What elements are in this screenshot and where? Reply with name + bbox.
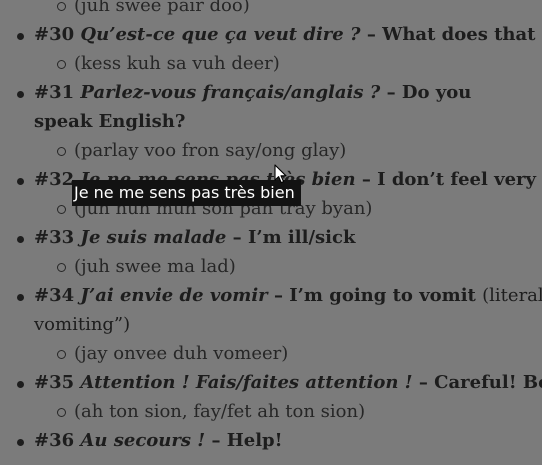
phrase-number: #34 bbox=[34, 285, 75, 306]
list-item: #34 J’ai envie de vomir – I’m going to v… bbox=[0, 281, 542, 368]
english-translation: I’m ill/sick bbox=[247, 227, 356, 248]
pronunciation-item: (ah ton sion, fay/fet ah ton sion) bbox=[34, 397, 542, 426]
phrase-heading: #34 J’ai envie de vomir – I’m going to v… bbox=[34, 281, 542, 339]
phrase-number: #35 bbox=[34, 372, 75, 393]
english-translation: Help! bbox=[226, 430, 283, 451]
circle-bullet-icon bbox=[57, 147, 66, 156]
list-item: #31 Parlez-vous français/anglais ? – Do … bbox=[0, 78, 542, 165]
circle-bullet-icon bbox=[57, 2, 66, 11]
list-item: #36 Au secours ! – Help! bbox=[0, 426, 542, 455]
pronunciation-item: (kess kuh sa vuh deer) bbox=[34, 49, 542, 78]
pronunciation-text: (kess kuh sa vuh deer) bbox=[74, 53, 280, 74]
english-translation: Careful! Be C bbox=[434, 372, 542, 393]
dash: – bbox=[273, 285, 283, 306]
list-item: (juh swee pair doo) bbox=[0, 0, 542, 20]
hover-tooltip: Je ne me sens pas très bien bbox=[72, 180, 301, 206]
french-phrase: Qu’est-ce que ça veut dire ? bbox=[80, 24, 361, 45]
dash: – bbox=[366, 24, 376, 45]
page: (juh swee pair doo) #30 Qu’est-ce que ça… bbox=[0, 0, 542, 465]
phrase-number: #30 bbox=[34, 24, 75, 45]
bullet-icon bbox=[17, 91, 24, 98]
circle-bullet-icon bbox=[57, 263, 66, 272]
bullet-icon bbox=[17, 33, 24, 40]
phrase-number: #31 bbox=[34, 82, 75, 103]
bullet-icon bbox=[17, 178, 24, 185]
pronunciation-text: (ah ton sion, fay/fet ah ton sion) bbox=[74, 401, 366, 422]
pronunciation-text: (juh swee pair doo) bbox=[74, 0, 250, 16]
circle-bullet-icon bbox=[57, 350, 66, 359]
circle-bullet-icon bbox=[57, 408, 66, 417]
french-phrase: Attention ! Fais/faites attention ! bbox=[80, 372, 413, 393]
pronunciation-text: (juh swee ma lad) bbox=[74, 256, 236, 277]
bullet-icon bbox=[17, 236, 24, 243]
phrase-list: (juh swee pair doo) #30 Qu’est-ce que ça… bbox=[0, 0, 542, 455]
dash: – bbox=[361, 169, 371, 190]
list-item: #30 Qu’est-ce que ça veut dire ? – What … bbox=[0, 20, 542, 78]
english-translation: I’m going to vomit bbox=[289, 285, 476, 306]
circle-bullet-icon bbox=[57, 60, 66, 69]
bullet-icon bbox=[17, 381, 24, 388]
phrase-number: #33 bbox=[34, 227, 75, 248]
dash: – bbox=[418, 372, 428, 393]
list-item: #33 Je suis malade – I’m ill/sick (juh s… bbox=[0, 223, 542, 281]
bullet-icon bbox=[17, 439, 24, 446]
dash: – bbox=[386, 82, 396, 103]
phrase-heading: #33 Je suis malade – I’m ill/sick bbox=[34, 223, 542, 252]
english-translation: What does that m bbox=[382, 24, 542, 45]
pronunciation-text: (parlay voo fron say/ong glay) bbox=[74, 140, 347, 161]
dash: – bbox=[232, 227, 242, 248]
english-translation: I don’t feel very w bbox=[377, 169, 542, 190]
pronunciation-item: (jay onvee duh vomeer) bbox=[34, 339, 542, 368]
phrase-heading: #36 Au secours ! – Help! bbox=[34, 426, 542, 455]
french-phrase: Au secours ! bbox=[80, 430, 206, 451]
phrase-heading: #30 Qu’est-ce que ça veut dire ? – What … bbox=[34, 20, 542, 49]
bullet-icon bbox=[17, 294, 24, 301]
phrase-heading: #31 Parlez-vous français/anglais ? – Do … bbox=[34, 78, 534, 136]
list-item: #35 Attention ! Fais/faites attention ! … bbox=[0, 368, 542, 426]
phrase-number: #32 bbox=[34, 169, 75, 190]
phrase-number: #36 bbox=[34, 430, 75, 451]
pronunciation-text: (jay onvee duh vomeer) bbox=[74, 343, 289, 364]
pronunciation-item: (juh swee pair doo) bbox=[34, 0, 542, 20]
circle-bullet-icon bbox=[57, 205, 66, 214]
phrase-heading: #35 Attention ! Fais/faites attention ! … bbox=[34, 368, 542, 397]
mouse-pointer-icon bbox=[274, 164, 287, 184]
french-phrase: Je suis malade bbox=[80, 227, 227, 248]
pronunciation-item: (parlay voo fron say/ong glay) bbox=[34, 136, 542, 165]
french-phrase: J’ai envie de vomir bbox=[80, 285, 268, 306]
french-phrase: Parlez-vous français/anglais ? bbox=[80, 82, 381, 103]
dash: – bbox=[211, 430, 221, 451]
pronunciation-item: (juh swee ma lad) bbox=[34, 252, 542, 281]
